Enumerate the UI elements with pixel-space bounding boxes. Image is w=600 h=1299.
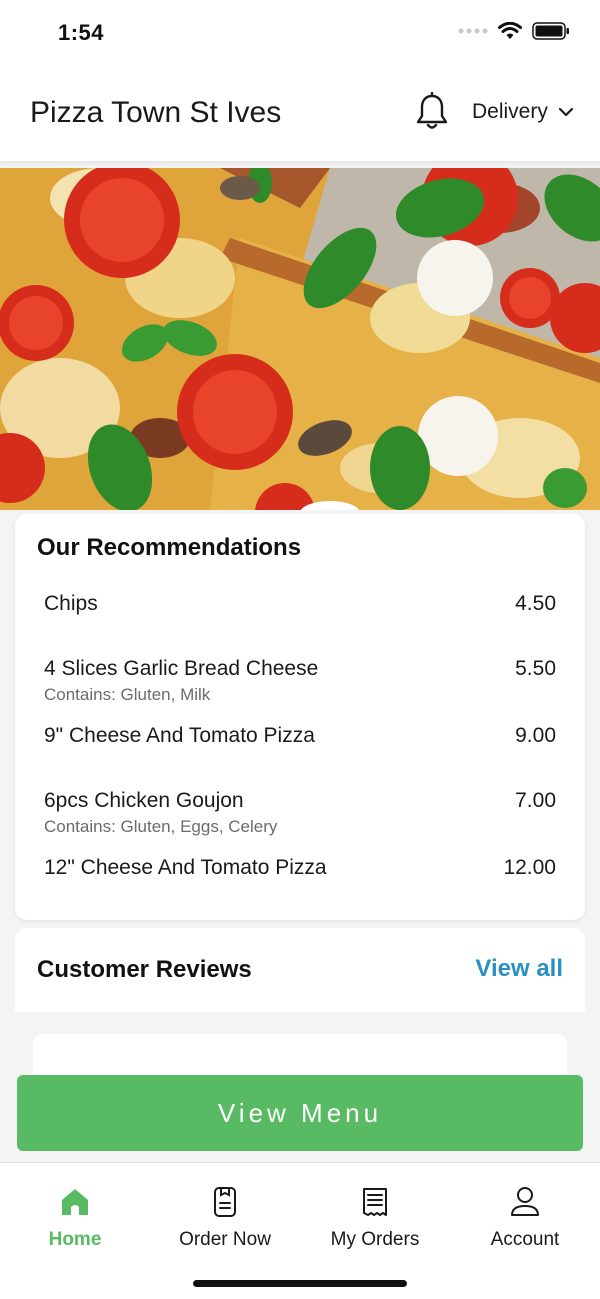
home-icon — [62, 1189, 88, 1215]
nav-item-order-now[interactable]: Order Now — [150, 1185, 300, 1251]
item-name: Chips — [44, 592, 98, 615]
bell-icon[interactable] — [414, 92, 450, 132]
battery-icon — [532, 22, 569, 40]
nav-label: My Orders — [330, 1229, 420, 1250]
recommendation-item[interactable]: Chips 4.50 — [44, 592, 556, 616]
recommendations-title: Our Recommendations — [37, 534, 302, 561]
order-mode-label: Delivery — [472, 100, 548, 123]
nav-label: Order Now — [179, 1229, 271, 1250]
view-all-reviews-link[interactable]: View all — [475, 955, 563, 983]
order-icon — [214, 1187, 236, 1217]
status-bar: 1:54 — [0, 0, 600, 66]
signal-icon — [458, 28, 488, 34]
recommendation-item[interactable]: 6pcs Chicken Goujon Contains: Gluten, Eg… — [44, 789, 556, 837]
item-price: 9.00 — [515, 724, 556, 747]
item-name: 4 Slices Garlic Bread Cheese — [44, 657, 319, 680]
item-allergens: Contains: Gluten, Milk — [44, 685, 211, 704]
nav-item-account[interactable]: Account — [450, 1185, 600, 1251]
recommendation-item[interactable]: 12" Cheese And Tomato Pizza 12.00 — [44, 856, 556, 880]
item-name: 12" Cheese And Tomato Pizza — [44, 856, 327, 879]
account-icon — [511, 1187, 539, 1216]
item-allergens: Contains: Gluten, Eggs, Celery — [44, 817, 278, 836]
item-name: 9" Cheese And Tomato Pizza — [44, 724, 315, 747]
home-indicator — [193, 1280, 407, 1287]
recommendation-item[interactable]: 4 Slices Garlic Bread Cheese Contains: G… — [44, 657, 556, 705]
item-name: 6pcs Chicken Goujon — [44, 789, 244, 812]
status-icons — [458, 22, 570, 40]
bottom-nav: Home Order Now My Orders Account — [0, 1162, 600, 1299]
item-price: 4.50 — [515, 592, 556, 615]
nav-item-home[interactable]: Home — [0, 1185, 150, 1251]
recommendations-card: Our Recommendations Chips 4.50 4 Slices … — [15, 514, 585, 920]
chevron-down-icon — [558, 107, 573, 117]
reviews-title: Customer Reviews — [37, 956, 252, 983]
nav-label: Account — [490, 1229, 560, 1250]
hero-image — [0, 168, 600, 510]
nav-label: Home — [48, 1229, 102, 1250]
app-header: Pizza Town St Ives Delivery — [0, 66, 600, 162]
nav-item-my-orders[interactable]: My Orders — [300, 1185, 450, 1251]
receipt-icon — [363, 1188, 387, 1216]
recommendation-item[interactable]: 9" Cheese And Tomato Pizza 9.00 — [44, 724, 556, 748]
store-name: Pizza Town St Ives — [30, 96, 282, 129]
wifi-icon — [498, 22, 522, 39]
view-menu-button[interactable]: View Menu — [17, 1075, 583, 1151]
item-price: 12.00 — [503, 856, 556, 879]
order-mode-dropdown[interactable]: Delivery — [472, 100, 574, 124]
item-price: 7.00 — [515, 789, 556, 812]
item-price: 5.50 — [515, 657, 556, 680]
status-time: 1:54 — [58, 20, 105, 45]
